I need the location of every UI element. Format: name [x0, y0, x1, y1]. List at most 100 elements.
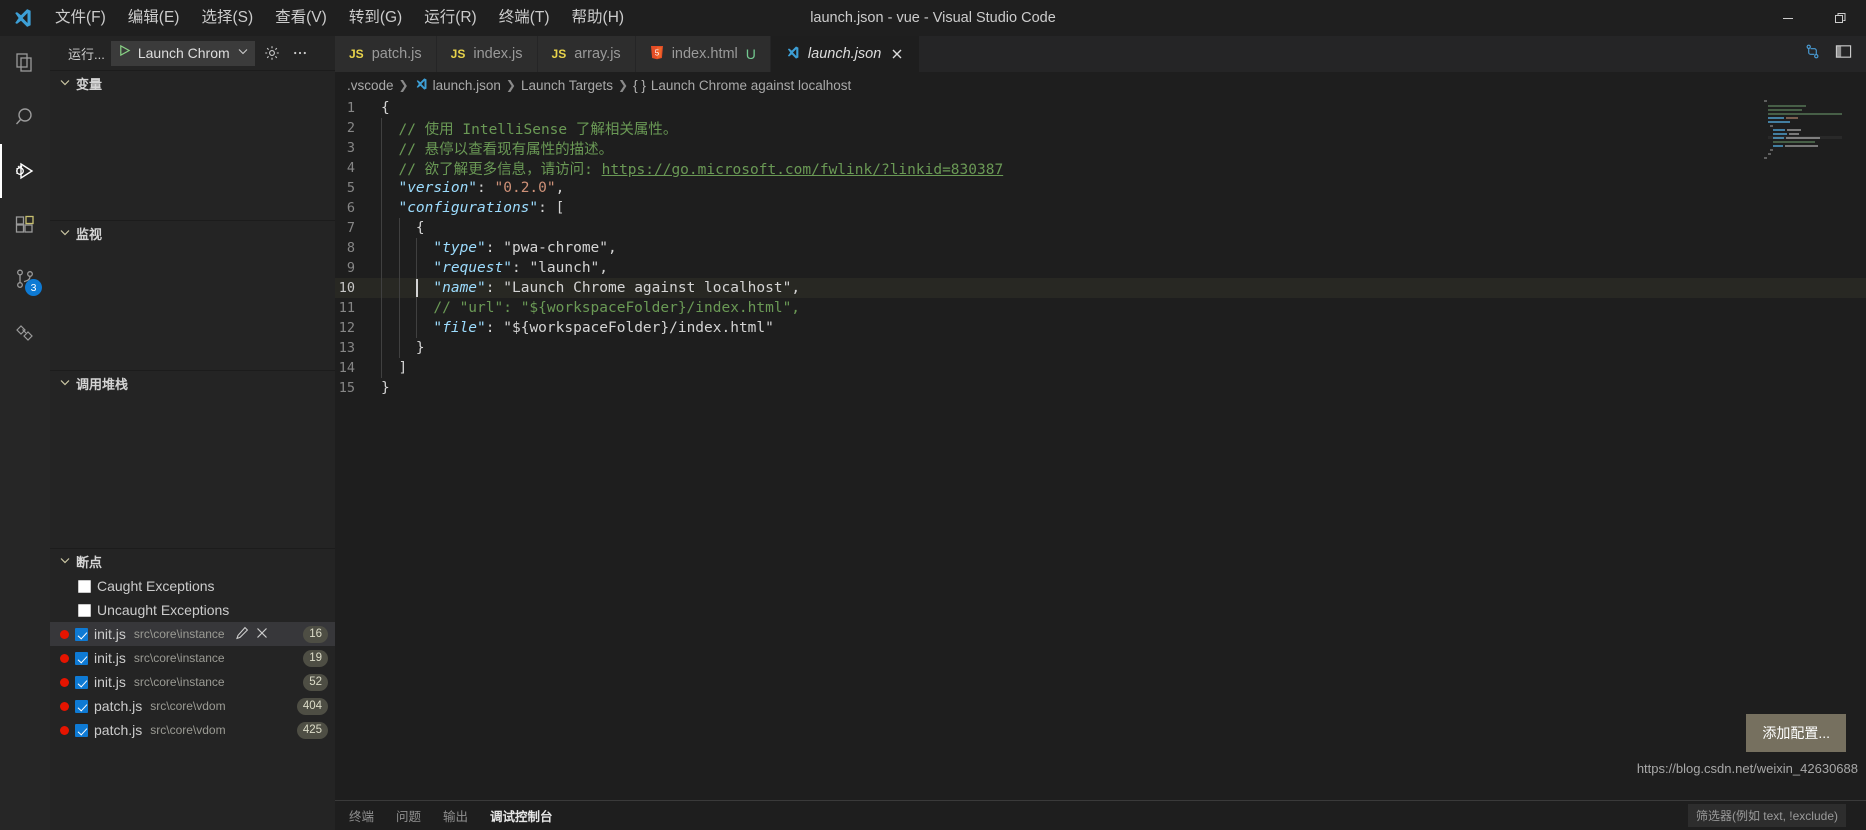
menu-help[interactable]: 帮助(H) [561, 5, 636, 31]
menu-go[interactable]: 转到(G) [338, 5, 413, 31]
extensions-icon[interactable] [0, 198, 50, 252]
section-header-watch[interactable]: 监视 [50, 221, 335, 246]
breakpoint-file-path: src\core\vdom [150, 723, 226, 737]
line-content: { [415, 220, 425, 236]
section-variables: 变量 [50, 70, 335, 220]
panel-tab[interactable]: 终端 [349, 806, 374, 825]
panel-tab[interactable]: 调试控制台 [490, 806, 553, 825]
code-line[interactable]: 10 "name": "Launch Chrome against localh… [335, 278, 1866, 298]
run-label: 运行... [68, 46, 105, 62]
explorer-icon[interactable] [0, 36, 50, 90]
editor-tab[interactable]: JS array.js [537, 36, 636, 72]
minimap[interactable] [1760, 98, 1852, 804]
code-line[interactable]: 6 "configurations": [ [335, 198, 1866, 218]
menu-terminal[interactable]: 终端(T) [488, 5, 561, 31]
breakpoint-row[interactable]: init.js src\core\instance 16 [50, 622, 335, 646]
editor-tab-label: array.js [574, 46, 621, 62]
breadcrumb-item[interactable]: launch.json [414, 77, 501, 94]
breakpoint-dot-icon [60, 677, 69, 687]
breakpoint-checkbox[interactable] [75, 699, 88, 713]
code-line[interactable]: 4 // 欲了解更多信息，请访问: https://go.microsoft.c… [335, 158, 1866, 178]
breakpoint-checkbox[interactable] [75, 675, 88, 689]
add-configuration-button[interactable]: 添加配置... [1746, 714, 1846, 752]
breakpoint-exception-row[interactable]: Caught Exceptions [50, 574, 335, 598]
line-content: // 使用 IntelliSense 了解相关属性。 [381, 121, 678, 138]
line-content: "configurations": [ [398, 200, 565, 216]
line-content: "type": "pwa-chrome", [433, 240, 617, 256]
toggle-panel-icon[interactable] [1835, 43, 1852, 65]
chevron-down-icon [59, 226, 71, 241]
breadcrumb-item[interactable]: { } Launch Chrome against localhost [633, 78, 851, 93]
code-line[interactable]: 9 "request": "launch", [335, 258, 1866, 278]
breakpoint-row[interactable]: init.js src\core\instance 52 [50, 670, 335, 694]
breadcrumb-item[interactable]: Launch Targets [521, 78, 613, 93]
line-content: "file": "${workspaceFolder}/index.html" [433, 320, 774, 336]
breakpoint-file-name: patch.js [94, 698, 143, 714]
code-line[interactable]: 7 { [335, 218, 1866, 238]
code-line[interactable]: 13 } [335, 338, 1866, 358]
panel-tab[interactable]: 问题 [396, 806, 421, 825]
code-line[interactable]: 15} [335, 378, 1866, 398]
search-icon[interactable] [0, 90, 50, 144]
gear-icon[interactable] [261, 41, 283, 66]
editor-tab[interactable]: 5 index.html U [635, 36, 771, 72]
code-line[interactable]: 11 // "url": "${workspaceFolder}/index.h… [335, 298, 1866, 318]
code-line[interactable]: 1{ [335, 98, 1866, 118]
breakpoints-list: Caught Exceptions Uncaught Exceptions init… [50, 574, 335, 742]
menu-selection[interactable]: 选择(S) [190, 5, 264, 31]
exception-checkbox[interactable] [78, 579, 91, 593]
play-icon [118, 44, 131, 62]
line-number: 13 [338, 340, 355, 356]
maximize-button[interactable] [1814, 0, 1866, 36]
breadcrumb-item[interactable]: .vscode [347, 78, 394, 93]
breakpoint-row[interactable]: patch.js src\core\vdom 425 [50, 718, 335, 742]
menu-run[interactable]: 运行(R) [413, 5, 488, 31]
launch-config-dropdown[interactable]: Launch Chrom [110, 40, 255, 66]
menu-edit[interactable]: 编辑(E) [117, 5, 191, 31]
code-line[interactable]: 14 ] [335, 358, 1866, 378]
remove-breakpoint-icon[interactable] [256, 626, 268, 642]
breadcrumb-label: Launch Targets [520, 77, 614, 93]
run-and-debug-icon[interactable] [0, 144, 50, 198]
breakpoint-checkbox[interactable] [75, 651, 88, 665]
more-actions-icon[interactable] [289, 41, 311, 66]
section-header-breakpoints[interactable]: 断点 [50, 549, 335, 574]
editor-tab[interactable]: launch.json [770, 36, 921, 72]
breakpoint-file-name: patch.js [94, 722, 143, 738]
exception-checkbox[interactable] [78, 603, 91, 617]
menu-file[interactable]: 文件(F) [44, 5, 117, 31]
breakpoint-row[interactable]: patch.js src\core\vdom 404 [50, 694, 335, 718]
breakpoint-file-name: init.js [94, 626, 126, 642]
editor-tab[interactable]: JS index.js [436, 36, 538, 72]
editor-tab-bar: JS patch.js JS index.js JS array.js 5 index.htm… [335, 36, 1866, 72]
breakpoint-exception-row[interactable]: Uncaught Exceptions [50, 598, 335, 622]
svg-text:5: 5 [654, 49, 659, 58]
minimize-button[interactable] [1762, 0, 1814, 36]
editor-tab[interactable]: JS patch.js [335, 36, 437, 72]
panel-filter-input[interactable]: 筛选器(例如 text, !exclude) [1687, 804, 1846, 827]
panel-tab[interactable]: 输出 [443, 806, 468, 825]
menu-bar: 文件(F) 编辑(E) 选择(S) 查看(V) 转到(G) 运行(R) 终端(T) 帮助(H) [44, 0, 635, 36]
code-line[interactable]: 5 "version": "0.2.0", [335, 178, 1866, 198]
line-content: { [381, 100, 390, 116]
breakpoint-dot-icon [60, 653, 69, 663]
edit-breakpoint-icon[interactable] [235, 626, 249, 643]
code-line[interactable]: 2 // 使用 IntelliSense 了解相关属性。 [335, 118, 1866, 138]
editor-tab-label: index.js [473, 46, 523, 62]
breakpoint-checkbox[interactable] [75, 723, 88, 737]
section-header-call-stack[interactable]: 调用堆栈 [50, 371, 335, 396]
breakpoint-row[interactable]: init.js src\core\instance 19 [50, 646, 335, 670]
split-editor-icon[interactable] [1804, 43, 1821, 65]
testing-icon[interactable] [0, 306, 50, 360]
menu-view[interactable]: 查看(V) [264, 5, 338, 31]
line-content: // 悬停以查看现有属性的描述。 [381, 141, 614, 158]
code-editor[interactable]: 1{2 // 使用 IntelliSense 了解相关属性。 3 // 悬停以查看… [335, 98, 1866, 804]
code-line[interactable]: 12 "file": "${workspaceFolder}/index.htm… [335, 318, 1866, 338]
breadcrumb-separator: ❯ [505, 78, 516, 92]
close-icon[interactable] [889, 46, 905, 62]
breakpoint-checkbox[interactable] [75, 627, 88, 641]
code-line[interactable]: 3 // 悬停以查看现有属性的描述。 [335, 138, 1866, 158]
section-header-variables[interactable]: 变量 [50, 71, 335, 96]
source-control-icon[interactable]: 3 [0, 252, 50, 306]
code-line[interactable]: 8 "type": "pwa-chrome", [335, 238, 1866, 258]
